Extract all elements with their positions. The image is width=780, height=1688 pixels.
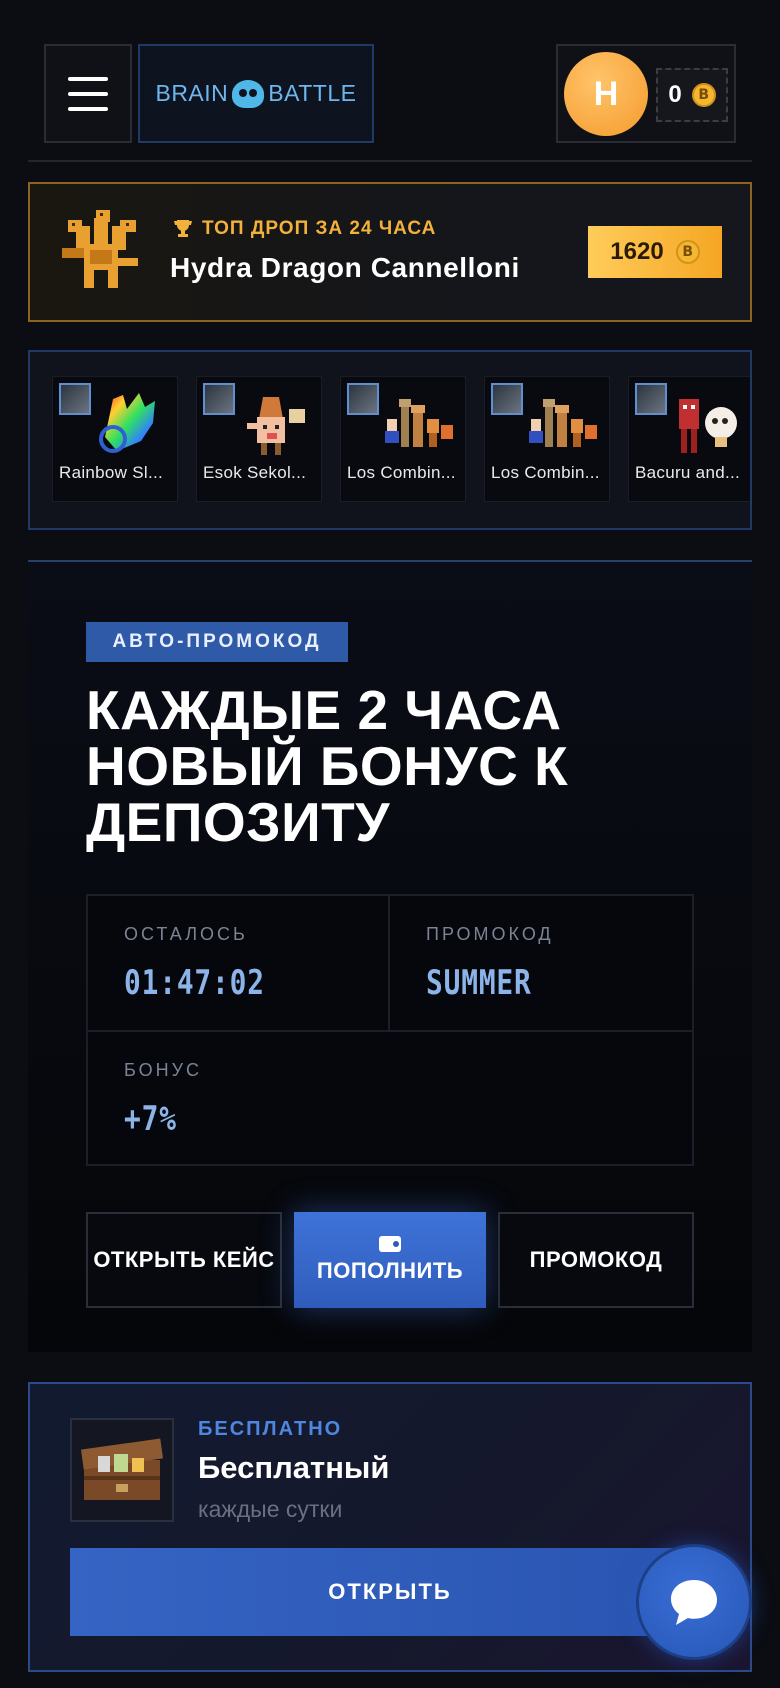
deposit-label: ПОПОЛНИТЬ xyxy=(316,1258,464,1283)
top-drop-price: 1620 B xyxy=(588,226,722,278)
open-case-label: ОТКРЫТЬ КЕЙС xyxy=(93,1247,275,1272)
recent-drop-name: Los Combin... xyxy=(347,463,456,482)
user-thumbnail xyxy=(347,383,379,415)
promo-code-cell[interactable]: ПРОМОКОД SUMMER xyxy=(426,924,555,1003)
chat-bubble-icon xyxy=(671,1580,717,1625)
free-case-subtitle: каждые сутки xyxy=(198,1496,343,1522)
promo-code-button[interactable]: ПРОМОКОД xyxy=(498,1212,694,1308)
promo-code-label: ПРОМОКОД xyxy=(426,924,554,944)
wallet-icon xyxy=(379,1236,401,1252)
bonus-value: +7% xyxy=(124,1099,177,1139)
top-drop-label-text: ТОП ДРОП ЗА 24 ЧАСА xyxy=(202,218,437,239)
user-thumbnail xyxy=(635,383,667,415)
stats-divider xyxy=(388,894,390,1030)
promo-code-value[interactable]: SUMMER xyxy=(426,963,532,1003)
chest-icon xyxy=(80,1438,164,1500)
balance[interactable]: 0 B xyxy=(656,68,728,122)
rainbow-item-image xyxy=(99,393,155,453)
top-drop-item-name: Hydra Dragon Cannelloni xyxy=(170,252,520,283)
free-case-open-button[interactable]: ОТКРЫТЬ xyxy=(70,1548,710,1636)
esok-item-image xyxy=(247,397,305,455)
header-divider xyxy=(28,160,752,162)
open-case-button[interactable]: ОТКРЫТЬ КЕЙС xyxy=(86,1212,282,1308)
menu-icon-bar xyxy=(68,76,108,81)
coin-icon: B xyxy=(691,83,716,107)
recent-drops-strip[interactable]: Rainbow Sl... Esok Sekol... Los Combin..… xyxy=(28,350,752,530)
remaining-time-cell: ОСТАЛОСЬ 01:47:02 xyxy=(124,924,296,1003)
top-drop-price-value: 1620 xyxy=(610,238,664,265)
chat-button[interactable] xyxy=(636,1544,752,1660)
recent-drop-item[interactable]: Bacuru and... xyxy=(628,376,750,502)
los-combinasionas-image xyxy=(385,399,453,447)
recent-drop-item[interactable]: Los Combin... xyxy=(340,376,466,502)
logo-text-left: BRAIN xyxy=(155,80,229,106)
los-combinasionas-image xyxy=(529,399,597,447)
menu-icon-bar xyxy=(68,91,108,96)
coin-icon: B xyxy=(675,240,700,264)
recent-drop-name: Los Combin... xyxy=(491,463,600,482)
deposit-button[interactable]: ПОПОЛНИТЬ xyxy=(294,1212,486,1308)
recent-drop-name: Esok Sekol... xyxy=(203,463,307,482)
recent-drop-name: Bacuru and... xyxy=(635,463,741,482)
menu-button[interactable] xyxy=(44,44,132,143)
free-label: БЕСПЛАТНО xyxy=(198,1418,343,1440)
promo-title: КАЖДЫЕ 2 ЧАСА НОВЫЙ БОНУС К ДЕПОЗИТУ xyxy=(86,679,569,853)
hydra-dragon-image xyxy=(62,210,138,288)
auto-promo-tag: АВТО-ПРОМОКОД xyxy=(86,622,348,662)
bacuru-item-image xyxy=(679,399,737,453)
free-case-title: Бесплатный xyxy=(198,1450,390,1485)
trophy-icon xyxy=(174,220,192,237)
remaining-value: 01:47:02 xyxy=(124,963,265,1003)
recent-drop-item[interactable]: Los Combin... xyxy=(484,376,610,502)
avatar-letter: H xyxy=(593,74,619,113)
balance-value: 0 xyxy=(668,81,682,108)
avatar[interactable]: H xyxy=(564,52,648,136)
stats-divider xyxy=(86,1030,694,1032)
logo-text-right: BATTLE xyxy=(268,80,357,106)
recent-drop-item[interactable]: Rainbow Sl... xyxy=(52,376,178,502)
recent-drop-name: Rainbow Sl... xyxy=(59,463,164,482)
mascot-icon xyxy=(232,79,265,108)
user-thumbnail xyxy=(59,383,91,415)
user-thumbnail xyxy=(203,383,235,415)
promo-code-button-label: ПРОМОКОД xyxy=(529,1247,663,1272)
free-case-image xyxy=(70,1418,174,1522)
remaining-label: ОСТАЛОСЬ xyxy=(124,924,248,944)
free-case-open-label: ОТКРЫТЬ xyxy=(328,1579,452,1604)
bonus-cell: БОНУС +7% xyxy=(124,1060,202,1139)
top-drop-label: ТОП ДРОП ЗА 24 ЧАСА xyxy=(174,218,436,240)
recent-drop-item[interactable]: Esok Sekol... xyxy=(196,376,322,502)
menu-icon-bar xyxy=(68,106,108,111)
bonus-label: БОНУС xyxy=(124,1060,203,1080)
user-thumbnail xyxy=(491,383,523,415)
logo[interactable]: BRAIN BATTLE xyxy=(138,44,374,143)
